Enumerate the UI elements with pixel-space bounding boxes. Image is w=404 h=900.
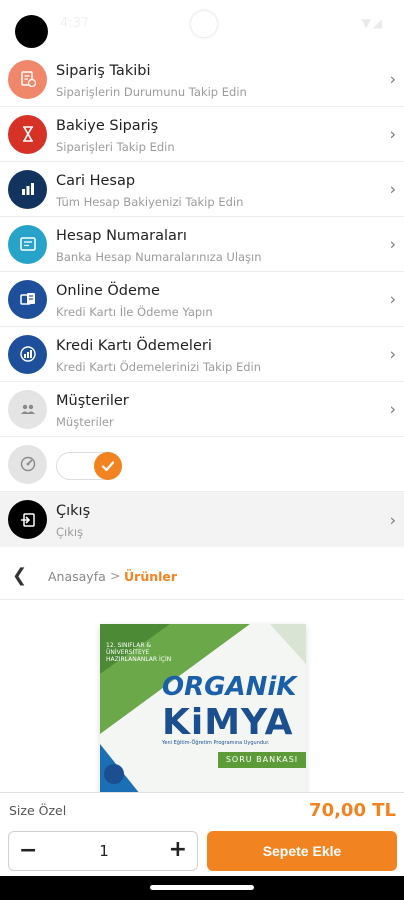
- book-brand: ORGANiK: [162, 672, 297, 702]
- menu-item-musteriler[interactable]: Müşteriler Müşteriler ›: [0, 382, 404, 437]
- menu-item-toggle: [0, 437, 404, 492]
- breadcrumb-current: Ürünler: [124, 569, 178, 584]
- menu-item-title: Çıkış: [56, 503, 91, 519]
- menu-item-subtitle: Kredi Kartı İle Ödeme Yapın: [56, 305, 213, 319]
- increase-quantity-button[interactable]: +: [169, 837, 187, 862]
- menu-item-title: Sipariş Takibi: [56, 63, 151, 79]
- theme-toggle-switch[interactable]: [56, 452, 122, 480]
- account-menu: Sipariş Takibi Siparişlerin Durumunu Tak…: [0, 52, 404, 547]
- signal-wifi-icon: ▼◢: [361, 16, 384, 30]
- hourglass-icon: [8, 114, 47, 154]
- menu-item-bakiye-siparis[interactable]: Bakiye Sipariş Siparişleri Takip Edin ›: [0, 107, 404, 162]
- chevron-right-icon: ›: [389, 289, 396, 309]
- add-to-cart-button[interactable]: Sepete Ekle: [207, 831, 397, 871]
- chevron-right-icon: ›: [389, 510, 396, 529]
- status-dot: [15, 15, 48, 48]
- chevron-right-icon: ›: [389, 399, 396, 419]
- quantity-stepper: − 1 +: [8, 831, 198, 871]
- chevron-right-icon: ›: [389, 124, 396, 144]
- chevron-right-icon: ›: [389, 234, 396, 254]
- chevron-right-icon: ›: [389, 344, 396, 364]
- book-title: KiMYA: [162, 702, 294, 743]
- book-subtitle: Yeni Eğitim-Öğretim Programına Uygundur.: [162, 740, 270, 746]
- status-time: 4:37: [60, 16, 90, 31]
- system-navigation-bar: [0, 876, 404, 900]
- back-arrow-icon[interactable]: ❮: [12, 565, 27, 586]
- product-price: 70,00 TL: [309, 800, 396, 821]
- chevron-right-icon: ›: [389, 179, 396, 199]
- menu-item-online-odeme[interactable]: Online Ödeme Kredi Kartı İle Ödeme Yapın…: [0, 272, 404, 327]
- menu-item-cari-hesap[interactable]: Cari Hesap Tüm Hesap Bakiyenizi Takip Ed…: [0, 162, 404, 217]
- camera-cutout: [190, 10, 218, 38]
- menu-item-title: Hesap Numaraları: [56, 228, 187, 244]
- menu-item-subtitle: Tüm Hesap Bakiyenizi Takip Edin: [56, 195, 244, 209]
- payment-icon: [8, 279, 47, 319]
- menu-item-title: Online Ödeme: [56, 283, 160, 299]
- bar-chart-icon: [8, 169, 47, 209]
- menu-item-subtitle: Kredi Kartı Ödemelerinizi Takip Edin: [56, 360, 262, 374]
- checkmark-icon: [94, 452, 122, 480]
- menu-item-title: Cari Hesap: [56, 173, 136, 189]
- breadcrumb: ❮ Anasayfa > Ürünler: [0, 554, 404, 600]
- breadcrumb-separator: >: [110, 568, 121, 583]
- menu-item-subtitle: Siparişlerin Durumunu Takip Edin: [56, 85, 247, 99]
- product-image[interactable]: 12. SINIFLAR & ÜNİVERSİTEYE HAZIRLANANLA…: [100, 624, 306, 794]
- breadcrumb-home-link[interactable]: Anasayfa: [48, 569, 106, 584]
- document-clock-icon: [8, 59, 47, 99]
- menu-item-hesap-numaralari[interactable]: Hesap Numaraları Banka Hesap Numaraların…: [0, 217, 404, 272]
- users-icon: [8, 389, 47, 429]
- bank-card-icon: [8, 224, 47, 264]
- menu-item-title: Bakiye Sipariş: [56, 118, 159, 134]
- add-to-cart-bar: Size Özel 70,00 TL − 1 + Sepete Ekle: [0, 792, 404, 876]
- menu-item-logout[interactable]: Çıkış Çıkış ›: [0, 492, 404, 547]
- book-badge: SORU BANKASI: [218, 752, 306, 768]
- menu-item-subtitle: Müşteriler: [56, 415, 114, 429]
- home-gesture-handle[interactable]: [150, 885, 254, 890]
- menu-item-subtitle: Siparişleri Takip Edin: [56, 140, 175, 154]
- status-bar: 4:37 ▼◢: [0, 0, 404, 52]
- menu-item-siparis-takibi[interactable]: Sipariş Takibi Siparişlerin Durumunu Tak…: [0, 52, 404, 107]
- chevron-right-icon: ›: [389, 69, 396, 89]
- menu-item-subtitle: Çıkış: [56, 525, 84, 539]
- gauge-icon: [8, 444, 47, 484]
- menu-item-subtitle: Banka Hesap Numaralarınıza Ulaşın: [56, 250, 262, 264]
- logout-icon: [8, 500, 47, 539]
- menu-item-kredi-karti-odemeleri[interactable]: Kredi Kartı Ödemeleri Kredi Kartı Ödemel…: [0, 327, 404, 382]
- line-chart-icon: [8, 334, 47, 374]
- menu-item-title: Kredi Kartı Ödemeleri: [56, 338, 212, 354]
- book-top-text: 12. SINIFLAR & ÜNİVERSİTEYE HAZIRLANANLA…: [106, 642, 172, 663]
- menu-item-title: Müşteriler: [56, 393, 129, 409]
- special-label: Size Özel: [9, 803, 67, 818]
